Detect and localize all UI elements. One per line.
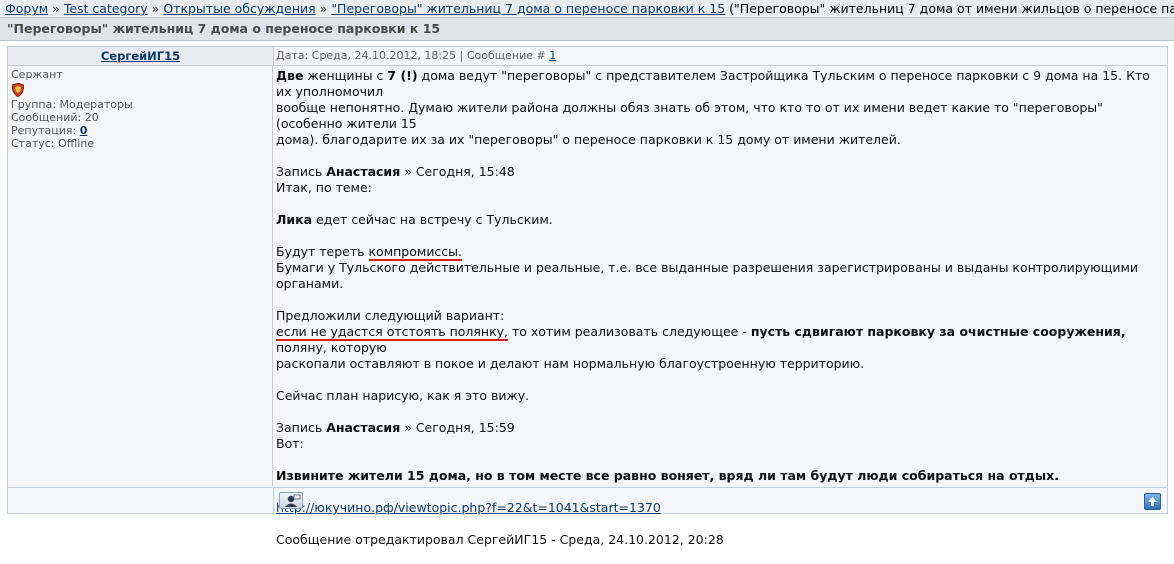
apology-paragraph: Извините жители 15 дома, но в том месте … xyxy=(276,468,1162,484)
thread-title: "Переговоры" жительниц 7 дома о переносе… xyxy=(0,18,1174,41)
footer-left-cell xyxy=(8,488,274,514)
author-rank: Сержант xyxy=(11,68,63,81)
post-meta: Дата: Среда, 24.10.2012, 18:25 | Сообщен… xyxy=(276,47,556,65)
intro-line-2: вообще непонятно. Думаю жители района до… xyxy=(276,100,1103,131)
compromise-word: компромиссы. xyxy=(368,244,463,261)
scroll-top-button[interactable] xyxy=(1144,493,1161,510)
apology-text: Извините жители 15 дома, но в том месте … xyxy=(276,468,1059,483)
edited-note: Сообщение отредактировал СергейИГ15 - Ср… xyxy=(276,532,724,547)
quote-2: Запись Анастасия » Сегодня, 15:59 Вот: xyxy=(276,420,1162,452)
quote-time: » Сегодня, 15:48 xyxy=(400,164,515,179)
author-reputation: Репутация: 0 xyxy=(11,124,269,137)
offer-line-2: раскопали оставляют в покое и делают нам… xyxy=(276,356,865,371)
shield-rank-icon xyxy=(12,83,24,97)
plan-paragraph: Сейчас план нарисую, как я это вижу. xyxy=(276,388,530,403)
post-date: Дата: Среда, 24.10.2012, 18:25 | Сообщен… xyxy=(276,49,546,62)
quote-author: Анастасия xyxy=(326,164,401,179)
offer-paragraph: Предложили следующий вариант: если не уд… xyxy=(276,308,1162,372)
author-messages: Сообщений: 20 xyxy=(11,111,99,124)
breadcrumb-separator: » xyxy=(52,1,60,16)
intro-bold-seven: 7 (!) xyxy=(387,68,418,83)
quote-intro: Итак, по теме: xyxy=(276,180,372,195)
quote-time: » Сегодня, 15:59 xyxy=(400,420,515,435)
intro-paragraph: Две женщины с 7 (!) дома ведут "перегово… xyxy=(276,68,1162,148)
offer-text-end: поляну, которую xyxy=(276,340,387,355)
intro-text: женщины с xyxy=(303,68,388,83)
quote-author: Анастасия xyxy=(326,420,401,435)
post-header: СергейИГ15 Дата: Среда, 24.10.2012, 18:2… xyxy=(8,47,1167,66)
reputation-link[interactable]: 0 xyxy=(80,124,88,137)
breadcrumb: Форум» Test category» Открытые обсуждения»… xyxy=(0,0,1174,18)
lika-name: Лика xyxy=(276,212,313,227)
compromise-paragraph: Будут тереть компромиссы. Бумаги у Тульс… xyxy=(276,244,1162,292)
breadcrumb-test-category[interactable]: Test category xyxy=(64,1,148,16)
breadcrumb-separator: » xyxy=(151,1,160,16)
breadcrumb-current: ("Переговоры" жительниц 7 дома от имени … xyxy=(729,1,1174,16)
compromise-text: Будут тереть xyxy=(276,244,369,259)
lika-paragraph: Лика едет сейчас на встречу с Тульским. xyxy=(276,212,1162,228)
send-message-icon xyxy=(285,494,301,507)
lika-text: едет сейчас на встречу с Тульским. xyxy=(312,212,553,227)
quote-prefix: Запись xyxy=(276,164,327,179)
author-cell: СергейИГ15 xyxy=(8,47,274,65)
intro-bold-two: Две xyxy=(276,68,304,83)
author-profile: Сержант Группа: Модераторы Сообщений: 20… xyxy=(8,66,273,486)
post-number-link[interactable]: 1 xyxy=(549,49,556,62)
quote-prefix: Запись xyxy=(276,420,327,435)
author-status: Статус: Offline xyxy=(11,137,95,150)
quote-1: Запись Анастасия » Сегодня, 15:48 Итак, … xyxy=(276,164,1162,196)
breadcrumb-thread[interactable]: "Переговоры" жительниц 7 дома о переносе… xyxy=(331,1,725,16)
offer-underlined: если не удастся отстоять полянку, xyxy=(276,324,509,341)
reputation-label: Репутация: xyxy=(11,124,77,137)
author-group: Группа: Модераторы xyxy=(11,98,133,111)
breadcrumb-separator: » xyxy=(319,1,328,16)
intro-line-3: дома). благодарите их за их "переговоры"… xyxy=(276,132,901,147)
papers-text: Бумаги у Тульского действительные и реал… xyxy=(276,260,1139,291)
quote-intro: Вот: xyxy=(276,436,304,451)
post: СергейИГ15 Дата: Среда, 24.10.2012, 18:2… xyxy=(7,46,1168,547)
breadcrumb-open-discussions[interactable]: Открытые обсуждения xyxy=(163,1,315,16)
offer-bold: пусть сдвигают парковку за очистные соор… xyxy=(750,324,1126,339)
offer-text: то хотим реализовать следующее - xyxy=(508,324,751,339)
author-name-link[interactable]: СергейИГ15 xyxy=(101,49,180,63)
send-message-button[interactable] xyxy=(279,492,303,509)
post-footer xyxy=(8,487,1167,514)
breadcrumb-forum[interactable]: Форум xyxy=(5,1,48,16)
arrow-up-icon xyxy=(1148,497,1157,506)
offer-heading: Предложили следующий вариант: xyxy=(276,308,505,323)
